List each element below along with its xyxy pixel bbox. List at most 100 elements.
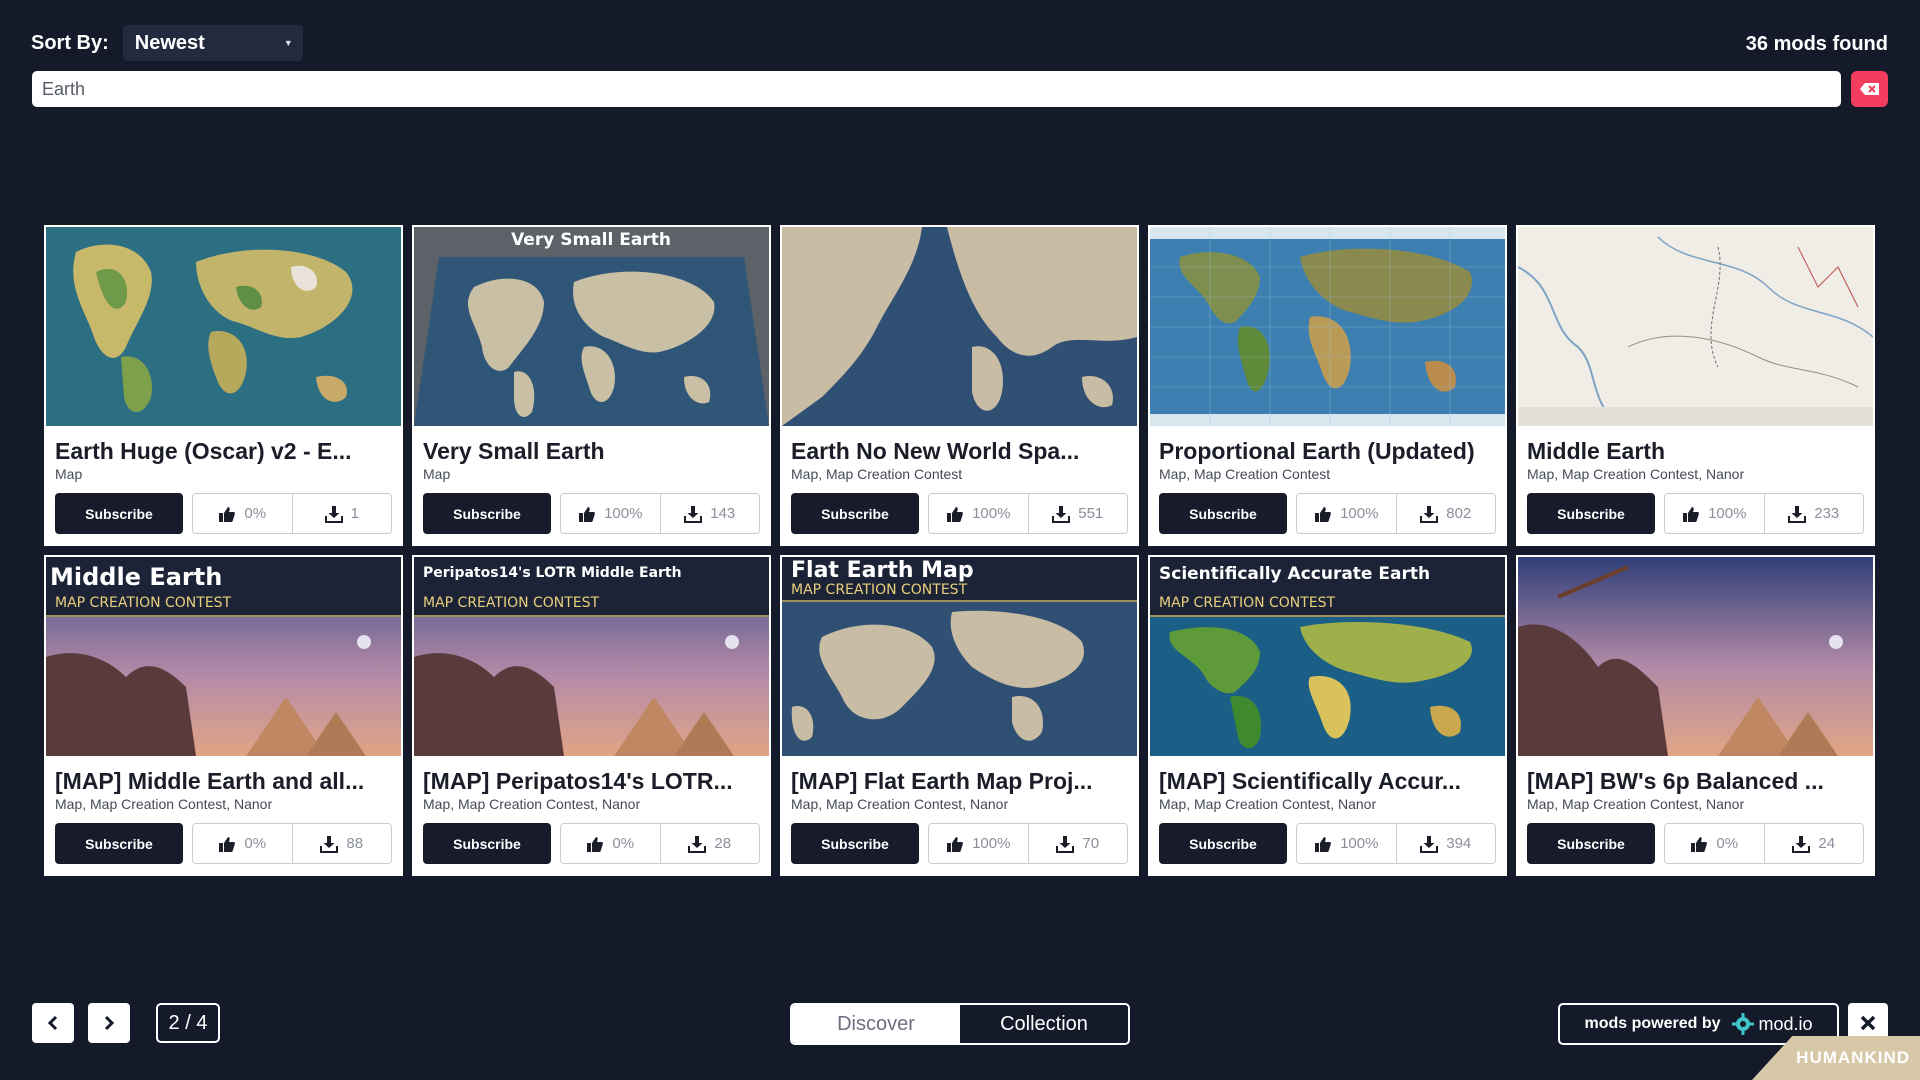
rating-stat: 100% <box>929 824 1028 863</box>
mod-stats: 100% 233 <box>1664 493 1864 534</box>
rating-stat: 0% <box>193 824 292 863</box>
banner-subtitle: MAP CREATION CONTEST <box>423 595 600 611</box>
mod-card[interactable]: Earth Huge (Oscar) v2 - E... Map Subscri… <box>44 225 403 546</box>
mod-title: [MAP] Peripatos14's LOTR... <box>423 768 733 794</box>
thumbs-up-icon <box>947 836 963 852</box>
subscribe-button[interactable]: Subscribe <box>423 493 551 534</box>
mod-title: Earth Huge (Oscar) v2 - E... <box>55 438 352 464</box>
mod-stats: 0% 88 <box>192 823 392 864</box>
mod-title: [MAP] Middle Earth and all... <box>55 768 365 794</box>
sort-value: Newest <box>134 31 205 54</box>
mod-thumbnail: Very Small Earth <box>414 227 769 426</box>
mod-tags: Map, Map Creation Contest <box>1159 466 1331 482</box>
downloads-value: 233 <box>1814 505 1840 522</box>
mod-title: Earth No New World Spa... <box>791 438 1080 464</box>
mod-thumbnail: Peripatos14's LOTR Middle Earth MAP CREA… <box>414 557 769 756</box>
results-count: 36 mods found <box>1745 33 1888 55</box>
rating-value: 0% <box>244 835 267 852</box>
downloads-value: 551 <box>1078 505 1104 522</box>
mod-title: [MAP] Scientifically Accur... <box>1159 768 1462 794</box>
sort-bar: Sort By: Newest ▼ <box>31 24 303 62</box>
modio-gear-icon <box>1731 1013 1754 1035</box>
mod-thumbnail <box>1518 227 1873 426</box>
downloads-stat: 143 <box>659 494 760 533</box>
modio-text: mod.io <box>1758 1013 1813 1034</box>
mod-tags: Map <box>423 466 451 482</box>
subscribe-button[interactable]: Subscribe <box>55 823 183 864</box>
subscribe-button[interactable]: Subscribe <box>1527 823 1655 864</box>
rating-value: 0% <box>244 505 267 522</box>
rating-value: 0% <box>612 835 635 852</box>
rating-stat: 100% <box>1297 494 1396 533</box>
download-icon <box>688 835 707 853</box>
subscribe-button[interactable]: Subscribe <box>423 823 551 864</box>
banner-text: Very Small Earth <box>511 230 671 250</box>
downloads-value: 88 <box>346 835 364 852</box>
rating-stat: 0% <box>1665 824 1764 863</box>
mod-card[interactable]: Peripatos14's LOTR Middle Earth MAP CREA… <box>412 555 771 876</box>
next-page-button[interactable] <box>88 1003 130 1043</box>
mod-card[interactable]: Middle Earth Map, Map Creation Contest, … <box>1516 225 1875 546</box>
mod-card[interactable]: Very Small Earth Very Small Earth Map Su… <box>412 225 771 546</box>
chevron-left-icon <box>47 1015 58 1031</box>
subscribe-button[interactable]: Subscribe <box>791 493 919 534</box>
downloads-value: 802 <box>1446 505 1472 522</box>
downloads-value: 143 <box>710 505 736 522</box>
mod-stats: 100% 394 <box>1296 823 1496 864</box>
search-input[interactable] <box>32 71 1841 107</box>
mod-thumbnail: Flat Earth Map MAP CREATION CONTEST <box>782 557 1137 756</box>
download-icon <box>320 835 339 853</box>
mod-tags: Map, Map Creation Contest, Nanor <box>791 796 1009 812</box>
downloads-stat: 802 <box>1395 494 1496 533</box>
banner-text: Scientifically Accurate Earth <box>1159 564 1430 584</box>
downloads-stat: 24 <box>1763 824 1864 863</box>
thumbs-up-icon <box>579 506 595 522</box>
download-icon <box>1056 835 1075 853</box>
thumbs-up-icon <box>1315 506 1331 522</box>
view-tabs: Discover Collection <box>790 1003 1130 1045</box>
downloads-value: 24 <box>1818 835 1836 852</box>
mod-tags: Map, Map Creation Contest, Nanor <box>1527 466 1745 482</box>
mod-card[interactable]: Middle Earth MAP CREATION CONTEST [MAP] … <box>44 555 403 876</box>
subscribe-button[interactable]: Subscribe <box>791 823 919 864</box>
subscribe-button[interactable]: Subscribe <box>55 493 183 534</box>
sort-label: Sort By: <box>31 31 109 54</box>
mod-stats: 100% 802 <box>1296 493 1496 534</box>
mod-card[interactable]: [MAP] BW's 6p Balanced ... Map, Map Crea… <box>1516 555 1875 876</box>
download-icon <box>1788 505 1807 523</box>
subscribe-button[interactable]: Subscribe <box>1527 493 1655 534</box>
thumbs-up-icon <box>219 506 236 522</box>
rating-value: 100% <box>1708 505 1747 522</box>
mod-tags: Map, Map Creation Contest, Nanor <box>1159 796 1377 812</box>
thumbs-up-icon <box>587 836 604 852</box>
mod-title: Proportional Earth (Updated) <box>1159 438 1475 464</box>
downloads-stat: 88 <box>291 824 392 863</box>
mod-card[interactable]: Scientifically Accurate Earth MAP CREATI… <box>1148 555 1507 876</box>
tab-collection[interactable]: Collection <box>960 1005 1128 1043</box>
subscribe-button[interactable]: Subscribe <box>1159 823 1287 864</box>
close-icon <box>1860 1015 1876 1031</box>
subscribe-button[interactable]: Subscribe <box>1159 493 1287 534</box>
mod-title: [MAP] Flat Earth Map Proj... <box>791 768 1093 794</box>
banner-text: Flat Earth Map <box>791 558 974 583</box>
banner-subtitle: MAP CREATION CONTEST <box>1159 595 1336 611</box>
banner-subtitle: MAP CREATION CONTEST <box>791 582 968 598</box>
sort-dropdown[interactable]: Newest ▼ <box>122 25 303 61</box>
chevron-right-icon <box>104 1015 115 1031</box>
mod-card[interactable]: Proportional Earth (Updated) Map, Map Cr… <box>1148 225 1507 546</box>
tab-discover[interactable]: Discover <box>792 1005 960 1043</box>
thumbs-up-icon <box>1315 836 1331 852</box>
rating-stat: 100% <box>561 494 660 533</box>
mod-card[interactable]: Earth No New World Spa... Map, Map Creat… <box>780 225 1139 546</box>
downloads-value: 394 <box>1446 835 1472 852</box>
downloads-stat: 394 <box>1395 824 1496 863</box>
mod-title: Middle Earth <box>1527 438 1666 464</box>
clear-search-button[interactable] <box>1851 71 1888 107</box>
prev-page-button[interactable] <box>32 1003 74 1043</box>
download-icon <box>1792 835 1811 853</box>
mod-card[interactable]: Flat Earth Map MAP CREATION CONTEST [MAP… <box>780 555 1139 876</box>
downloads-stat: 70 <box>1027 824 1128 863</box>
rating-value: 100% <box>1340 505 1379 522</box>
download-icon <box>684 505 703 523</box>
rating-stat: 0% <box>193 494 292 533</box>
